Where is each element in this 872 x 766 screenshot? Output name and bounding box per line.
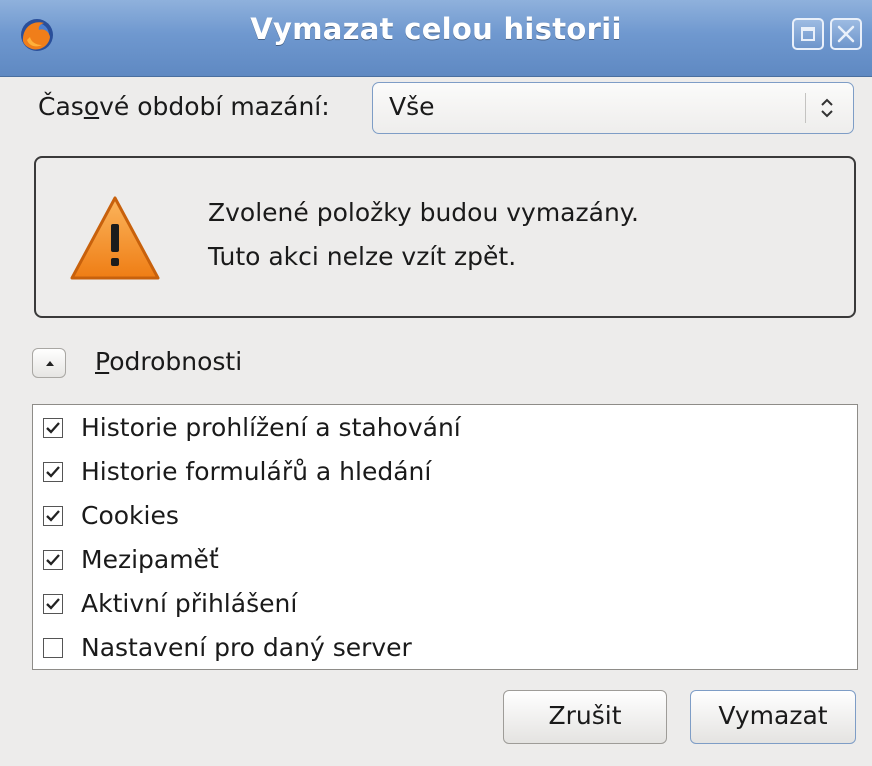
details-expander-button[interactable] bbox=[32, 348, 66, 378]
close-icon bbox=[837, 25, 855, 43]
item-label: Mezipaměť bbox=[81, 545, 219, 574]
clear-now-button[interactable]: Vymazat bbox=[690, 690, 856, 744]
checkbox[interactable] bbox=[43, 594, 63, 614]
item-label: Historie prohlížení a stahování bbox=[81, 413, 461, 442]
title-bar[interactable]: Vymazat celou historii bbox=[0, 0, 872, 77]
maximize-button[interactable] bbox=[792, 18, 824, 50]
item-label: Aktivní přihlášení bbox=[81, 589, 298, 618]
caret-up-icon bbox=[46, 361, 54, 366]
checkbox[interactable] bbox=[43, 506, 63, 526]
warning-text-line1: Zvolené položky budou vymazány. bbox=[208, 198, 639, 227]
warning-icon bbox=[70, 196, 160, 280]
history-items-list: Historie prohlížení a stahování Historie… bbox=[32, 404, 858, 670]
time-range-select[interactable]: Vše bbox=[372, 82, 854, 134]
checkmark-icon bbox=[46, 554, 60, 566]
close-button[interactable] bbox=[830, 18, 862, 50]
checkbox[interactable] bbox=[43, 638, 63, 658]
clear-history-dialog: Vymazat celou historii Časové období maz… bbox=[0, 0, 872, 766]
updown-arrows-icon bbox=[821, 98, 833, 118]
details-label[interactable]: Podrobnosti bbox=[95, 347, 242, 376]
checkbox[interactable] bbox=[43, 462, 63, 482]
time-range-value: Vše bbox=[389, 92, 435, 121]
maximize-icon bbox=[801, 27, 815, 41]
checkmark-icon bbox=[46, 422, 60, 434]
checkmark-icon bbox=[46, 466, 60, 478]
item-label: Nastavení pro daný server bbox=[81, 633, 412, 662]
time-range-label: Časové období mazání: bbox=[38, 92, 330, 121]
item-label: Cookies bbox=[81, 501, 179, 530]
checkmark-icon bbox=[46, 598, 60, 610]
item-label: Historie formulářů a hledání bbox=[81, 457, 432, 486]
checkbox[interactable] bbox=[43, 550, 63, 570]
select-separator bbox=[805, 93, 806, 123]
warning-text-line2: Tuto akci nelze vzít zpět. bbox=[208, 242, 517, 271]
cancel-button[interactable]: Zrušit bbox=[503, 690, 667, 744]
checkmark-icon bbox=[46, 510, 60, 522]
window-title: Vymazat celou historii bbox=[250, 12, 622, 46]
checkbox[interactable] bbox=[43, 418, 63, 438]
